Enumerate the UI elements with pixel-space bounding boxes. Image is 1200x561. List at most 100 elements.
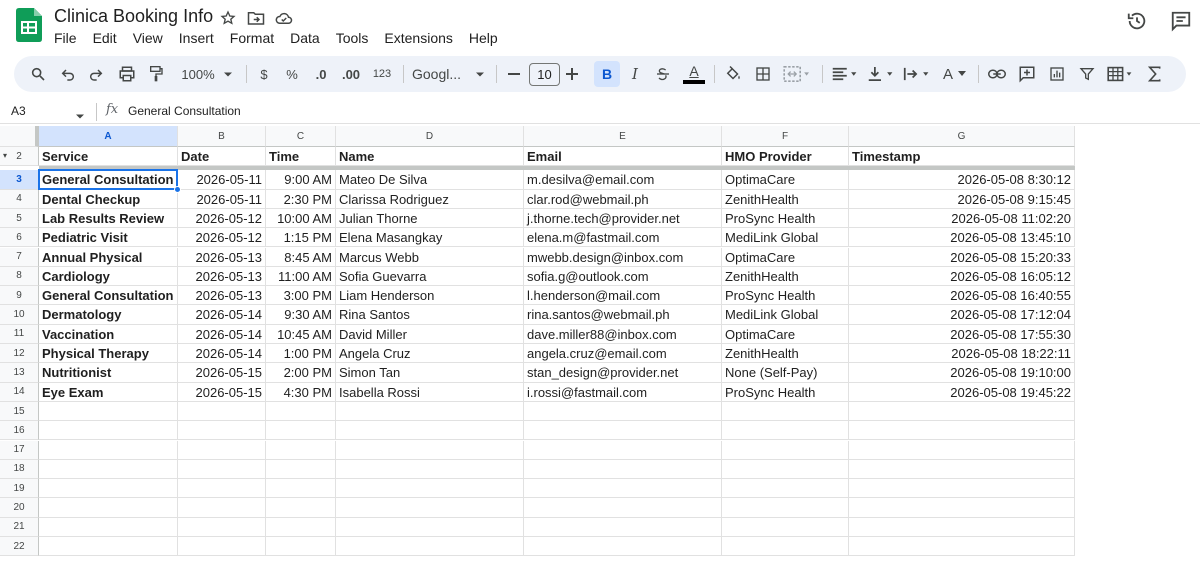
table-cell[interactable] <box>266 459 336 480</box>
column-header-c[interactable]: C <box>266 126 336 147</box>
table-cell[interactable]: rina.santos@webmail.ph <box>524 305 722 325</box>
table-cell[interactable]: 2026-05-08 9:15:45 <box>849 189 1075 209</box>
table-cell[interactable] <box>849 459 1075 480</box>
undo-icon[interactable] <box>58 56 78 92</box>
row-header-19[interactable]: 19 <box>0 479 39 499</box>
frozen-rows-divider[interactable] <box>39 166 1075 171</box>
currency-format-button[interactable]: $ <box>256 56 272 92</box>
borders-icon[interactable] <box>752 56 774 92</box>
table-cell[interactable]: Sofia Guevarra <box>336 266 524 287</box>
table-cell[interactable]: David Miller <box>336 324 524 344</box>
table-cell[interactable]: 10:45 AM <box>266 324 336 344</box>
table-cell[interactable]: Dental Checkup <box>39 189 178 209</box>
document-title[interactable]: Clinica Booking Info <box>54 6 213 27</box>
cloud-saved-icon[interactable] <box>274 8 294 28</box>
fill-handle[interactable] <box>174 185 181 193</box>
row-header-16[interactable]: 16 <box>0 421 39 441</box>
column-header-d[interactable]: D <box>336 126 524 147</box>
star-icon[interactable] <box>218 8 238 28</box>
column-header-a[interactable]: A <box>39 126 178 147</box>
table-cell[interactable] <box>266 517 336 537</box>
text-wrapping-icon[interactable] <box>902 56 932 92</box>
table-cell[interactable]: Annual Physical <box>39 247 178 267</box>
table-cell[interactable]: Eye Exam <box>39 382 178 402</box>
table-cell[interactable]: 10:00 AM <box>266 208 336 229</box>
row-header-2[interactable]: 2 ▾ <box>0 147 39 167</box>
row-header-9[interactable]: 9 <box>0 286 39 306</box>
table-cell[interactable]: Angela Cruz <box>336 344 524 364</box>
chevron-down-icon[interactable] <box>76 106 84 124</box>
decrease-decimal-button[interactable]: .0 <box>310 56 332 92</box>
bold-button[interactable]: B <box>594 56 620 92</box>
table-cell[interactable] <box>178 401 266 422</box>
table-cell[interactable]: 2026-05-12 <box>178 228 266 248</box>
table-cell[interactable]: MediLink Global <box>722 305 849 325</box>
italic-button[interactable]: I <box>624 56 646 92</box>
table-cell[interactable]: Pediatric Visit <box>39 228 178 248</box>
table-cell[interactable] <box>722 401 849 422</box>
row-header-3[interactable]: 3 <box>0 170 39 190</box>
table-cell[interactable]: 2026-05-08 17:12:04 <box>849 305 1075 325</box>
table-cell[interactable] <box>524 479 722 499</box>
name-box[interactable]: A3 <box>11 104 26 118</box>
row-header-17[interactable]: 17 <box>0 440 39 460</box>
table-cell[interactable] <box>849 440 1075 460</box>
table-cell[interactable] <box>178 440 266 460</box>
table-cell[interactable]: 2026-05-11 <box>178 170 266 190</box>
table-cell[interactable]: 11:00 AM <box>266 266 336 287</box>
table-cell[interactable]: Julian Thorne <box>336 208 524 229</box>
table-cell[interactable]: 2026-05-08 15:20:33 <box>849 247 1075 267</box>
font-select[interactable]: Googl... <box>412 56 470 92</box>
table-cell[interactable]: Rina Santos <box>336 305 524 325</box>
table-cell[interactable]: 2026-05-15 <box>178 363 266 383</box>
menu-tools[interactable]: Tools <box>328 29 377 47</box>
decrease-font-size-button[interactable] <box>506 56 522 92</box>
fill-color-icon[interactable] <box>722 56 744 92</box>
table-cell[interactable] <box>39 479 178 499</box>
row-header-12[interactable]: 12 <box>0 344 39 364</box>
table-cell[interactable]: 2026-05-08 19:10:00 <box>849 363 1075 383</box>
increase-decimal-button[interactable]: .00 <box>340 56 362 92</box>
table-cell[interactable] <box>524 459 722 480</box>
table-cell[interactable]: 2026-05-13 <box>178 266 266 287</box>
table-cell[interactable]: 9:00 AM <box>266 170 336 190</box>
vertical-align-icon[interactable] <box>866 56 896 92</box>
number-format-button[interactable]: 123 <box>370 56 394 92</box>
table-cell[interactable] <box>849 537 1075 557</box>
spreadsheet-grid[interactable]: A B C D E F G 2 ▾ Service Date Time Name Email HMO Pro… <box>0 126 1200 561</box>
table-cell[interactable]: OptimaCare <box>722 170 849 190</box>
table-cell[interactable]: 2026-05-08 8:30:12 <box>849 170 1075 190</box>
table-cell[interactable]: 2:00 PM <box>266 363 336 383</box>
table-cell[interactable]: Vaccination <box>39 324 178 344</box>
table-cell[interactable]: OptimaCare <box>722 324 849 344</box>
table-cell[interactable] <box>336 498 524 518</box>
table-cell[interactable]: elena.m@fastmail.com <box>524 228 722 248</box>
table-cell[interactable]: 2026-05-08 13:45:10 <box>849 228 1075 248</box>
table-cell[interactable]: 2026-05-13 <box>178 247 266 267</box>
header-cell[interactable]: Email <box>524 147 722 167</box>
table-cell[interactable] <box>722 537 849 557</box>
table-cell[interactable] <box>722 479 849 499</box>
table-cell[interactable] <box>524 421 722 441</box>
table-cell[interactable]: sofia.g@outlook.com <box>524 266 722 287</box>
table-cell[interactable]: i.rossi@fastmail.com <box>524 382 722 402</box>
table-cell[interactable]: clar.rod@webmail.ph <box>524 189 722 209</box>
table-cell[interactable] <box>39 517 178 537</box>
table-cell[interactable] <box>336 459 524 480</box>
table-cell[interactable]: ZenithHealth <box>722 266 849 287</box>
table-cell[interactable] <box>336 517 524 537</box>
table-cell[interactable]: 2026-05-08 11:02:20 <box>849 208 1075 229</box>
insert-link-icon[interactable] <box>986 56 1008 92</box>
row-header-8[interactable]: 8 <box>0 266 39 287</box>
row-header-11[interactable]: 11 <box>0 324 39 344</box>
paint-format-icon[interactable] <box>146 56 166 92</box>
table-cell[interactable] <box>266 479 336 499</box>
header-cell[interactable]: Date <box>178 147 266 167</box>
table-cell[interactable]: Mateo De Silva <box>336 170 524 190</box>
insert-chart-icon[interactable] <box>1046 56 1068 92</box>
table-cell[interactable]: Isabella Rossi <box>336 382 524 402</box>
table-view-icon[interactable] <box>1104 56 1138 92</box>
table-cell[interactable] <box>178 459 266 480</box>
table-cell[interactable] <box>336 537 524 557</box>
chevron-down-icon[interactable] <box>474 56 486 92</box>
